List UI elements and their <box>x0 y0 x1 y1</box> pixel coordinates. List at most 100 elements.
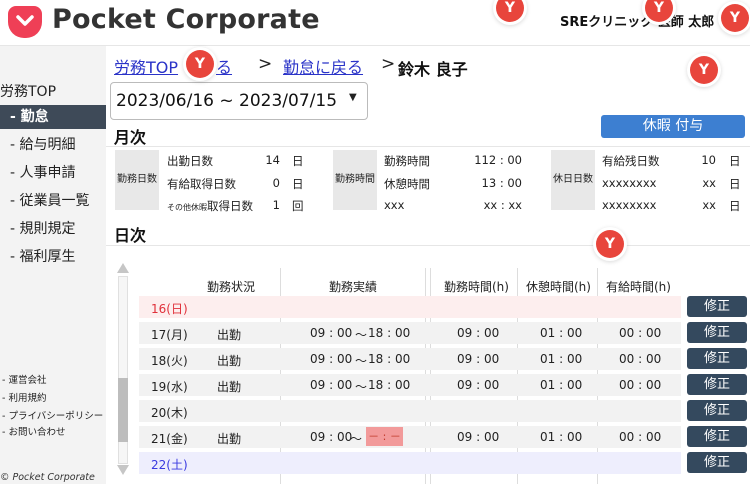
sidebar-title[interactable]: 労務TOP <box>0 81 56 101</box>
row-end-missing[interactable]: － : － <box>366 427 403 446</box>
summary-value: 1 <box>272 198 280 212</box>
monthly-title: 月次 <box>114 128 147 147</box>
summary-value: xx <box>702 176 716 190</box>
sidebar-item-payslip[interactable]: - 給与明細 <box>0 133 106 157</box>
sidebar-item-attendance[interactable]: - 勤怠 <box>0 105 106 129</box>
sidebar-item-welfare[interactable]: - 福利厚生 <box>0 245 106 269</box>
breadcrumb-attendance-link[interactable]: 勤怠に戻る <box>283 54 363 78</box>
user-name[interactable]: SREクリニック 医師 太郎 <box>560 11 714 30</box>
date-range-value: 2023/06/16 ~ 2023/07/15 <box>116 91 338 111</box>
row-tilde: ～ <box>355 380 368 394</box>
sidebar-item-regulations[interactable]: - 規則規定 <box>0 217 106 241</box>
summary-label-workdays: 勤務日数 <box>115 150 159 210</box>
row-end: 18 : 00 <box>368 326 411 340</box>
row-date: 19(水) <box>151 380 188 394</box>
row-start: 09 : 00 <box>310 352 353 366</box>
footer-link-contact[interactable]: - お問い合わせ <box>2 424 65 438</box>
edit-button[interactable]: 修正 <box>687 348 747 369</box>
row-break: 01 : 00 <box>540 378 583 392</box>
summary-name: 休憩時間 <box>384 177 430 191</box>
summary-name: その他休暇取得日数 <box>167 198 253 214</box>
scroll-thumb[interactable] <box>118 378 128 442</box>
row-status: 出勤 <box>217 328 242 342</box>
summary-name-main: 取得日数 <box>207 199 253 213</box>
breadcrumb-top-link[interactable]: 労務TOP <box>114 54 178 78</box>
copyright: © Pocket Corporate <box>0 472 95 483</box>
summary-name: 出勤日数 <box>167 154 213 168</box>
row-tilde: ～ <box>355 328 368 342</box>
table-row: 21(金) 出勤 09 : 00 ～ － : － 09 : 00 01 : 00… <box>139 426 681 448</box>
daily-table-scrollbar[interactable] <box>116 262 130 476</box>
sidebar-item-employee-list[interactable]: - 従業員一覧 <box>0 189 106 213</box>
row-start: 09 : 00 <box>310 378 353 392</box>
column-header-break-hours: 休憩時間(h) <box>526 280 591 294</box>
y-badge-icon[interactable]: Y <box>721 4 749 32</box>
column-header-actual: 勤務実績 <box>329 280 378 294</box>
summary-unit: 日 <box>729 199 741 213</box>
summary-unit: 日 <box>729 177 741 191</box>
row-end: 18 : 00 <box>368 378 411 392</box>
row-start: 09 : 00 <box>310 326 353 340</box>
table-row: 17(月) 出勤 09 : 00 ～ 18 : 00 09 : 00 01 : … <box>139 322 681 344</box>
table-row: 19(水) 出勤 09 : 00 ～ 18 : 00 09 : 00 01 : … <box>139 374 681 396</box>
column-header-paid-hours: 有給時間(h) <box>606 280 671 294</box>
breadcrumb-separator: > <box>258 54 273 74</box>
row-tilde: ～ <box>350 432 363 446</box>
edit-button[interactable]: 修正 <box>687 452 747 473</box>
summary-value: xx <box>702 198 716 212</box>
edit-button[interactable]: 修正 <box>687 374 747 395</box>
column-header-status: 勤務状況 <box>207 280 256 294</box>
row-date: 16(日) <box>151 302 188 316</box>
table-row: 18(火) 出勤 09 : 00 ～ 18 : 00 09 : 00 01 : … <box>139 348 681 370</box>
triangle-up-icon[interactable] <box>116 262 130 274</box>
row-date: 17(月) <box>151 328 188 342</box>
breadcrumb-current: 鈴木 良子 <box>398 60 468 79</box>
pocket-logo-icon[interactable] <box>8 6 42 38</box>
row-work: 09 : 00 <box>457 430 500 444</box>
summary-unit: 日 <box>729 154 741 168</box>
row-end: 18 : 00 <box>368 352 411 366</box>
footer-link-company[interactable]: - 運営会社 <box>2 372 46 386</box>
chevron-down-icon: ▼ <box>349 92 357 103</box>
footer-link-privacy[interactable]: - プライバシーポリシー <box>2 408 103 422</box>
breadcrumb-top-link-suffix[interactable]: る <box>216 54 232 78</box>
summary-label-worktime: 勤務時間 <box>333 150 377 210</box>
row-paid: 00 : 00 <box>619 378 662 392</box>
summary-value: xx : xx <box>483 198 522 212</box>
summary-value: 14 <box>265 153 280 167</box>
y-badge-icon[interactable]: Y <box>690 56 718 84</box>
row-work: 09 : 00 <box>457 352 500 366</box>
row-date: 20(木) <box>151 406 188 420</box>
summary-name: xxxxxxxx <box>602 198 657 212</box>
edit-button[interactable]: 修正 <box>687 426 747 447</box>
summary-unit: 回 <box>292 199 304 213</box>
app-name[interactable]: Pocket Corporate <box>52 4 320 35</box>
footer-link-terms[interactable]: - 利用規約 <box>2 390 46 404</box>
table-row: 16(日) <box>139 296 681 318</box>
edit-button[interactable]: 修正 <box>687 400 747 421</box>
summary-name: 有給取得日数 <box>167 177 236 191</box>
row-date: 21(金) <box>151 432 188 446</box>
y-badge-icon[interactable]: Y <box>186 50 214 78</box>
triangle-down-icon[interactable] <box>116 464 130 476</box>
row-work: 09 : 00 <box>457 326 500 340</box>
row-work: 09 : 00 <box>457 378 500 392</box>
edit-button[interactable]: 修正 <box>687 322 747 343</box>
summary-label-holidays: 休日日数 <box>551 150 595 210</box>
grant-leave-button[interactable]: 休暇 付与 <box>601 115 745 138</box>
row-date: 22(土) <box>151 458 188 472</box>
summary-name: xxxxxxxx <box>602 176 657 190</box>
y-badge-icon[interactable]: Y <box>596 230 624 258</box>
daily-table: 勤務状況 勤務実績 勤務時間(h) 休憩時間(h) 有給時間(h) 16(日) … <box>139 268 681 484</box>
sidebar-item-hr-request[interactable]: - 人事申請 <box>0 161 106 185</box>
summary-name-small: その他休暇 <box>167 203 207 212</box>
summary-value: 112 : 00 <box>474 153 522 167</box>
breadcrumb-separator: > <box>381 54 396 74</box>
table-row: 20(木) <box>139 400 681 422</box>
summary-value: 10 <box>701 153 716 167</box>
date-range-select[interactable]: 2023/06/16 ~ 2023/07/15 ▼ <box>110 82 368 120</box>
row-status: 出勤 <box>217 380 242 394</box>
sidebar: 労務TOP - 勤怠 - 給与明細 - 人事申請 - 従業員一覧 - 規則規定 … <box>0 46 106 484</box>
summary-unit: 日 <box>292 177 304 191</box>
edit-button[interactable]: 修正 <box>687 296 747 317</box>
